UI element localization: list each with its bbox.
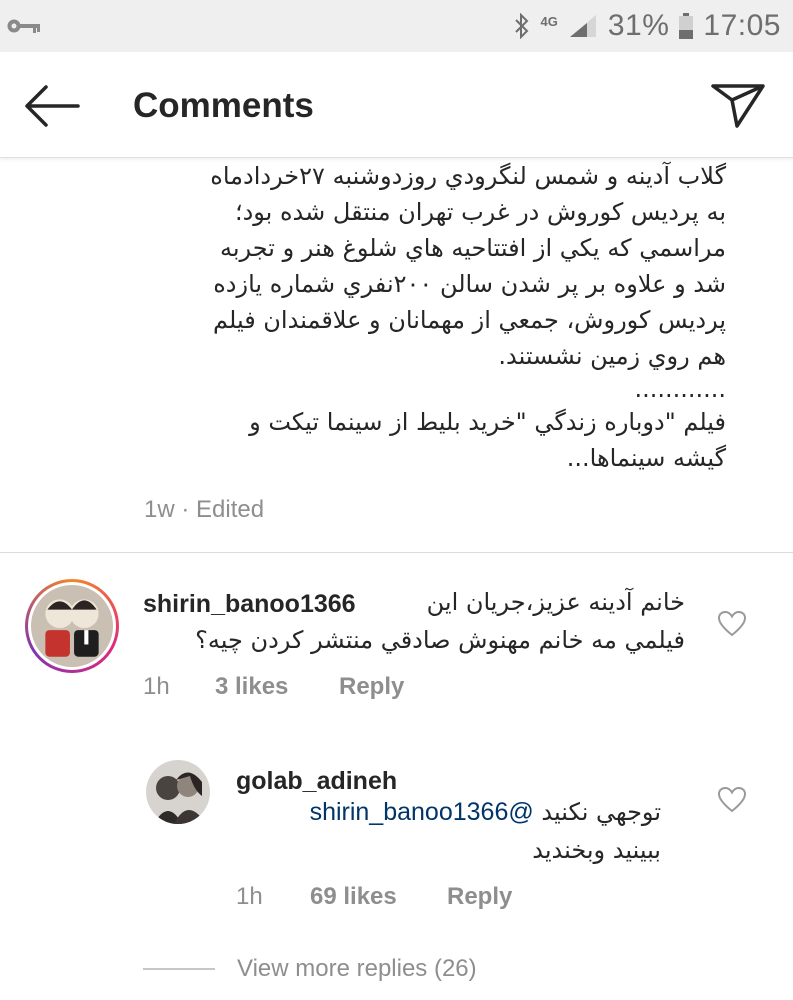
status-bar: 4G 31% 17:05 <box>0 0 793 52</box>
post-caption: گلاب آدينه و شمس لنگرودي روزدوشنبه ٢٧خرد… <box>100 158 726 523</box>
view-more-line <box>143 968 215 970</box>
comment-text: خانم آدينه عزيز،جريان اين فيلمي مه خانم … <box>195 583 685 659</box>
comment-meta: 1h 3 likes Reply <box>143 673 404 701</box>
comment-time: 1h <box>143 673 170 700</box>
likes-count[interactable]: 69 likes <box>310 883 447 911</box>
caption-ellipsis: ............ <box>634 375 726 403</box>
page-title: Comments <box>133 86 314 125</box>
clock: 17:05 <box>703 9 781 42</box>
likes-count[interactable]: 3 likes <box>215 673 339 701</box>
caption-line: شد و علاوه بر پر شدن سالن ٢٠٠نفري شماره … <box>213 270 726 298</box>
reply-text-line: ببينيد وبخنديد <box>532 836 661 864</box>
reply-button[interactable]: Reply <box>339 673 404 701</box>
reply-time: 1h <box>236 883 263 910</box>
reply-meta: 1h 69 likes Reply <box>236 883 512 911</box>
reply-text-line: توجهي نكنيد @shirin_banoo1366 <box>310 793 661 831</box>
bluetooth-icon <box>514 13 528 39</box>
status-indicators: 4G 31% 17:05 <box>513 6 781 46</box>
reply-text: توجهي نكنيد @shirin_banoo1366 ببينيد وبخ… <box>310 793 661 869</box>
reply-button[interactable]: Reply <box>447 883 512 911</box>
key-icon <box>7 19 40 33</box>
battery-percent: 31% <box>607 9 670 42</box>
comment-text-line: خانم آدينه عزيز،جريان اين <box>426 588 685 616</box>
comment-text-line: فيلمي مه خانم مهنوش صادقي منتشر كردن چيه… <box>195 626 685 654</box>
caption-line: گلاب آدينه و شمس لنگرودي روزدوشنبه ٢٧خرد… <box>210 162 726 190</box>
view-more-replies[interactable]: View more replies (26) <box>143 955 477 983</box>
caption-line: هم روي زمين نشستند. <box>498 342 726 370</box>
network-type: 4G <box>540 13 558 29</box>
avatar <box>31 585 113 667</box>
caption-line: پرديس كوروش، جمعي از مهمانان و علاقمندان… <box>213 306 726 334</box>
avatar-story-ring[interactable] <box>25 579 119 673</box>
heart-outline-icon[interactable] <box>717 610 747 638</box>
back-arrow-icon[interactable] <box>20 82 82 130</box>
avatar[interactable] <box>146 760 210 824</box>
caption-line: مراسمي كه يكي از افتتاحيه هاي شلوغ هنر و… <box>219 234 726 262</box>
signal-icon <box>569 15 596 37</box>
mention-link[interactable]: @shirin_banoo1366 <box>310 798 534 826</box>
battery-icon <box>679 13 694 39</box>
view-more-label: View more replies (26) <box>237 955 477 982</box>
direct-send-icon[interactable] <box>707 78 769 130</box>
caption-text: گلاب آدينه و شمس لنگرودي روزدوشنبه ٢٧خرد… <box>100 158 726 476</box>
caption-line: گيشه سينماها... <box>566 444 726 472</box>
heart-outline-icon[interactable] <box>717 786 747 814</box>
caption-line: فيلم "دوباره زندگي "خريد بليط از سينما ت… <box>249 408 726 436</box>
caption-line: به پرديس كوروش در غرب تهران منتقل شده بو… <box>234 198 726 226</box>
caption-timestamp: 1w · Edited <box>144 496 265 523</box>
reply-text-first: توجهي نكنيد <box>541 798 661 826</box>
top-bar: Comments <box>0 52 793 158</box>
reply-item: golab_adineh توجهي نكنيد @shirin_banoo13… <box>0 750 793 940</box>
comment-item: shirin_banoo1366 خانم آدينه عزيز،جريان ا… <box>0 553 793 733</box>
reply-username[interactable]: golab_adineh <box>236 767 397 796</box>
